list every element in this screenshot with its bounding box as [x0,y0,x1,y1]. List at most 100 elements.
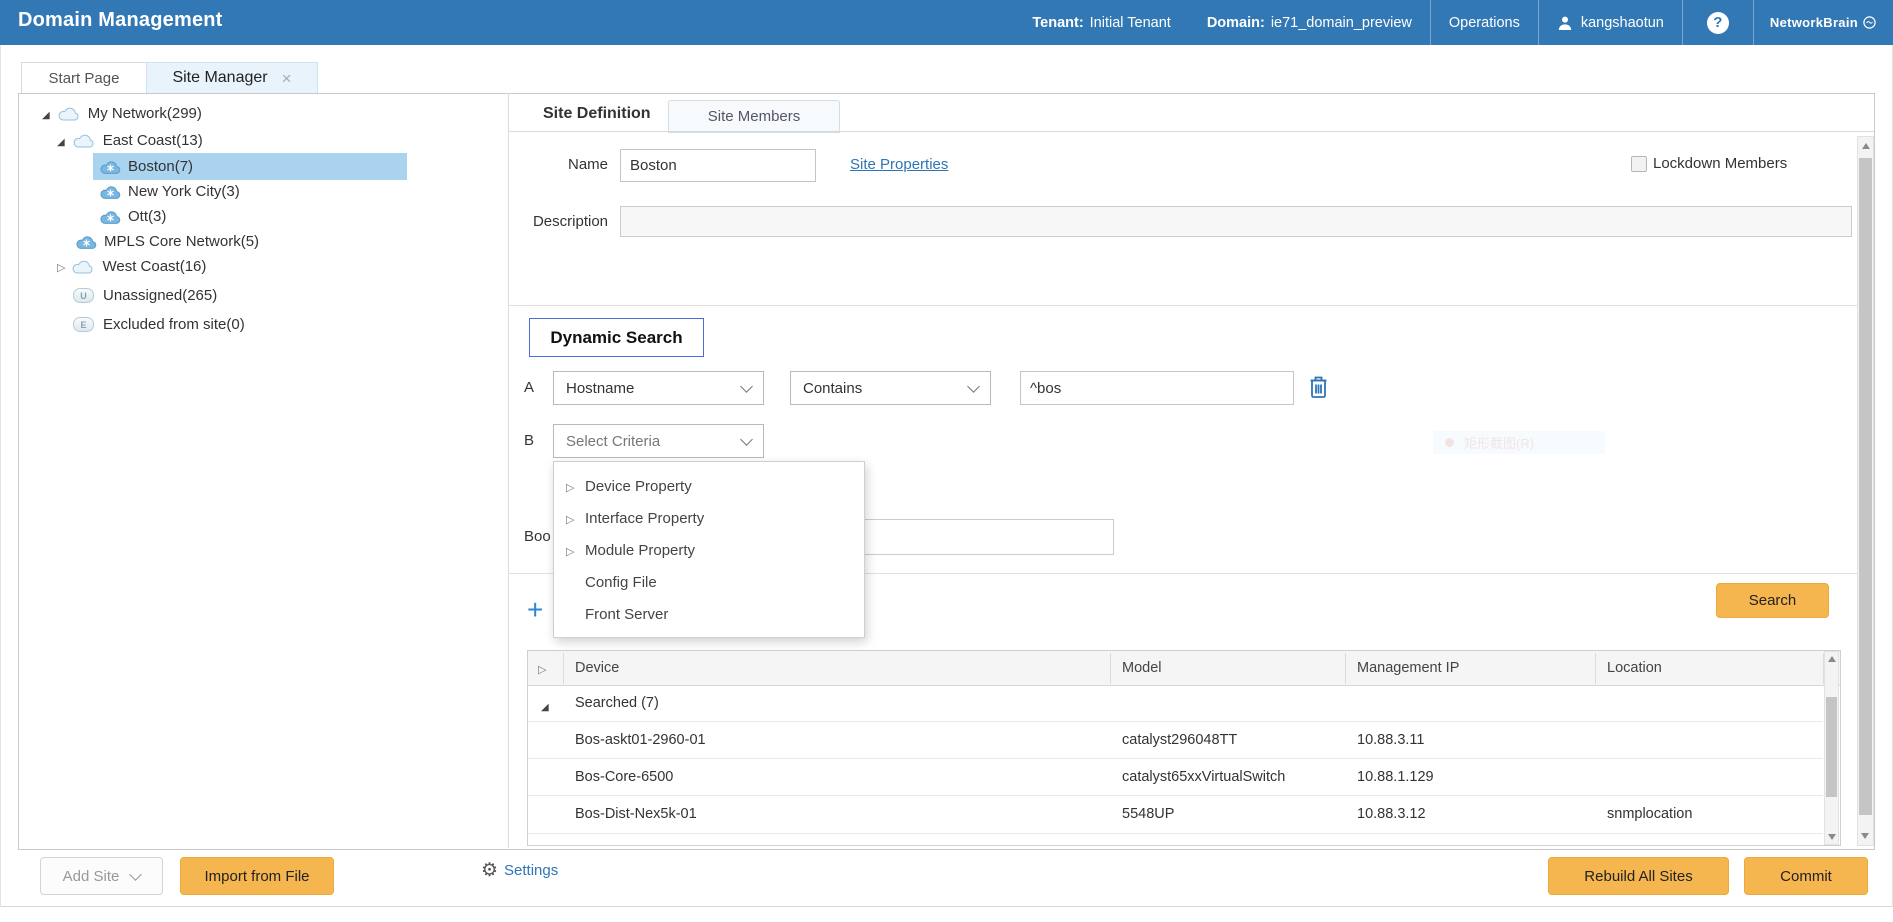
menu-item-device-property[interactable]: Device Property [554,470,864,502]
name-label: Name [520,156,608,173]
column-header-management-ip[interactable]: Management IP [1357,660,1459,676]
submenu-arrow-icon [566,478,585,495]
domain-label: Domain: [1207,15,1265,31]
description-label: Description [500,213,608,230]
tree-item-mpls-core-network[interactable]: MPLS Core Network(5) [76,228,259,255]
column-header-device[interactable]: Device [575,660,619,676]
table-row[interactable]: Bos-Core-6500 catalyst65xxVirtualSwitch … [528,759,1823,796]
menu-item-module-property[interactable]: Module Property [554,534,864,566]
column-header-model[interactable]: Model [1122,660,1162,676]
tree-item-east-coast[interactable]: East Coast(13) [57,127,203,154]
caret-expanded-icon[interactable] [42,105,50,122]
tree-item-boston[interactable]: Boston(7) [100,153,193,180]
tab-start-page[interactable]: Start Page [21,62,147,94]
site-icon [76,235,97,249]
panel-scrollbar-thumb[interactable] [1859,158,1872,815]
cloud-icon [58,106,80,121]
operations-menu[interactable]: Operations [1430,0,1538,45]
site-tree-panel [18,93,509,848]
settings-link[interactable]: ⚙ Settings [481,861,558,880]
menu-item-interface-property[interactable]: Interface Property [554,502,864,534]
section-divider [509,305,1874,306]
cloud-icon [72,259,94,274]
search-button[interactable]: Search [1716,583,1829,618]
menu-item-front-server[interactable]: Front Server [554,598,864,630]
dynamic-search-header: Dynamic Search [529,318,704,357]
cell-management-ip: 10.88.3.11 [1357,732,1424,748]
commit-button[interactable]: Commit [1744,857,1868,895]
tree-item-unassigned[interactable]: U Unassigned(265) [73,282,217,309]
add-criteria-button[interactable]: + [527,594,543,626]
tab-site-manager[interactable]: Site Manager × [146,62,318,94]
subtab-divider [509,131,1874,132]
chevron-down-icon [967,380,980,393]
criteria-b-field-select[interactable]: Select Criteria [553,424,764,458]
column-header-location[interactable]: Location [1607,660,1662,676]
menu-item-config-file[interactable]: Config File [554,566,864,598]
cell-location: snmplocation [1607,806,1692,822]
table-row[interactable]: Bos-Dist-Nex5k-01 5548UP 10.88.3.12 snmp… [528,796,1823,833]
header-expander-icon[interactable] [538,660,546,678]
excluded-icon: E [73,317,94,332]
lockdown-members-label: Lockdown Members [1653,155,1787,172]
tree-item-west-coast[interactable]: West Coast(16) [57,253,206,280]
tree-item-my-network[interactable]: My Network(299) [42,100,202,127]
tenant-label: Tenant: [1032,15,1083,31]
table-row[interactable]: Bos-askt01-2960-01 catalyst296048TT 10.8… [528,722,1823,759]
app-title: Domain Management [18,9,223,32]
scroll-down-icon[interactable] [1828,834,1836,840]
scroll-down-icon[interactable] [1861,833,1869,839]
site-name-input[interactable] [620,149,816,182]
group-caret-icon[interactable] [541,697,549,715]
domain-management-window: Domain Management Tenant: Initial Tenant… [0,0,1893,922]
criteria-a-value-input[interactable] [1020,371,1294,405]
delete-criteria-button[interactable] [1308,375,1329,400]
description-input[interactable] [620,206,1852,237]
ghost-dot-icon [1445,438,1454,447]
criteria-a-field-select[interactable]: Hostname [553,371,764,405]
window-left-edge [0,45,1,907]
site-properties-link[interactable]: Site Properties [850,156,948,173]
tab-site-definition[interactable]: Site Definition [543,105,651,123]
cell-device: Bos-askt01-2960-01 [575,732,706,748]
window-bottom-edge [0,906,1893,907]
tree-item-new-york-city[interactable]: New York City(3) [100,178,240,205]
select-criteria-menu: Device Property Interface Property Modul… [553,461,865,638]
submenu-arrow-icon [566,510,585,527]
table-scrollbar-thumb[interactable] [1826,697,1837,797]
rebuild-all-sites-button[interactable]: Rebuild All Sites [1548,857,1729,895]
tree-item-excluded-from-site[interactable]: E Excluded from site(0) [73,311,245,338]
cell-management-ip: 10.88.1.129 [1357,769,1434,785]
user-menu[interactable]: kangshaotun [1538,0,1682,45]
gear-icon: ⚙ [481,861,498,880]
cell-device: Bos-Core-6500 [575,769,673,785]
scroll-up-icon[interactable] [1828,656,1836,662]
caret-expanded-icon[interactable] [57,132,65,149]
cloud-icon [73,133,95,148]
domain-value: ie71_domain_preview [1271,15,1412,31]
add-site-button[interactable]: Add Site [40,857,163,895]
lockdown-members-checkbox[interactable] [1631,156,1647,172]
tree-item-ott[interactable]: Ott(3) [100,203,166,230]
scroll-up-icon[interactable] [1862,143,1870,149]
tab-site-members[interactable]: Site Members [668,100,840,133]
site-icon [100,185,121,199]
screenshot-tool-ghost: 矩形截图(R) [1433,431,1605,454]
brain-icon [1862,15,1877,30]
import-from-file-button[interactable]: Import from File [180,857,334,895]
trash-icon [1308,375,1329,400]
header-right-cluster: Tenant: Initial Tenant Domain: ie71_doma… [1014,0,1893,45]
criteria-row-label-a: A [524,379,534,396]
table-group-row[interactable]: Searched (7) [528,686,1823,722]
netbrain-logo: NetworkBrain [1753,0,1893,45]
group-label: Searched (7) [575,695,659,711]
site-icon [100,210,121,224]
criteria-a-operator-select[interactable]: Contains [790,371,991,405]
help-icon: ? [1707,12,1729,34]
cell-device: Bos-Dist-Nex5k-01 [575,806,697,822]
criteria-row-label-b: B [524,432,534,449]
caret-collapsed-icon[interactable] [57,258,65,275]
close-icon[interactable]: × [282,70,292,87]
chevron-down-icon [129,868,142,881]
help-button[interactable]: ? [1682,0,1753,45]
